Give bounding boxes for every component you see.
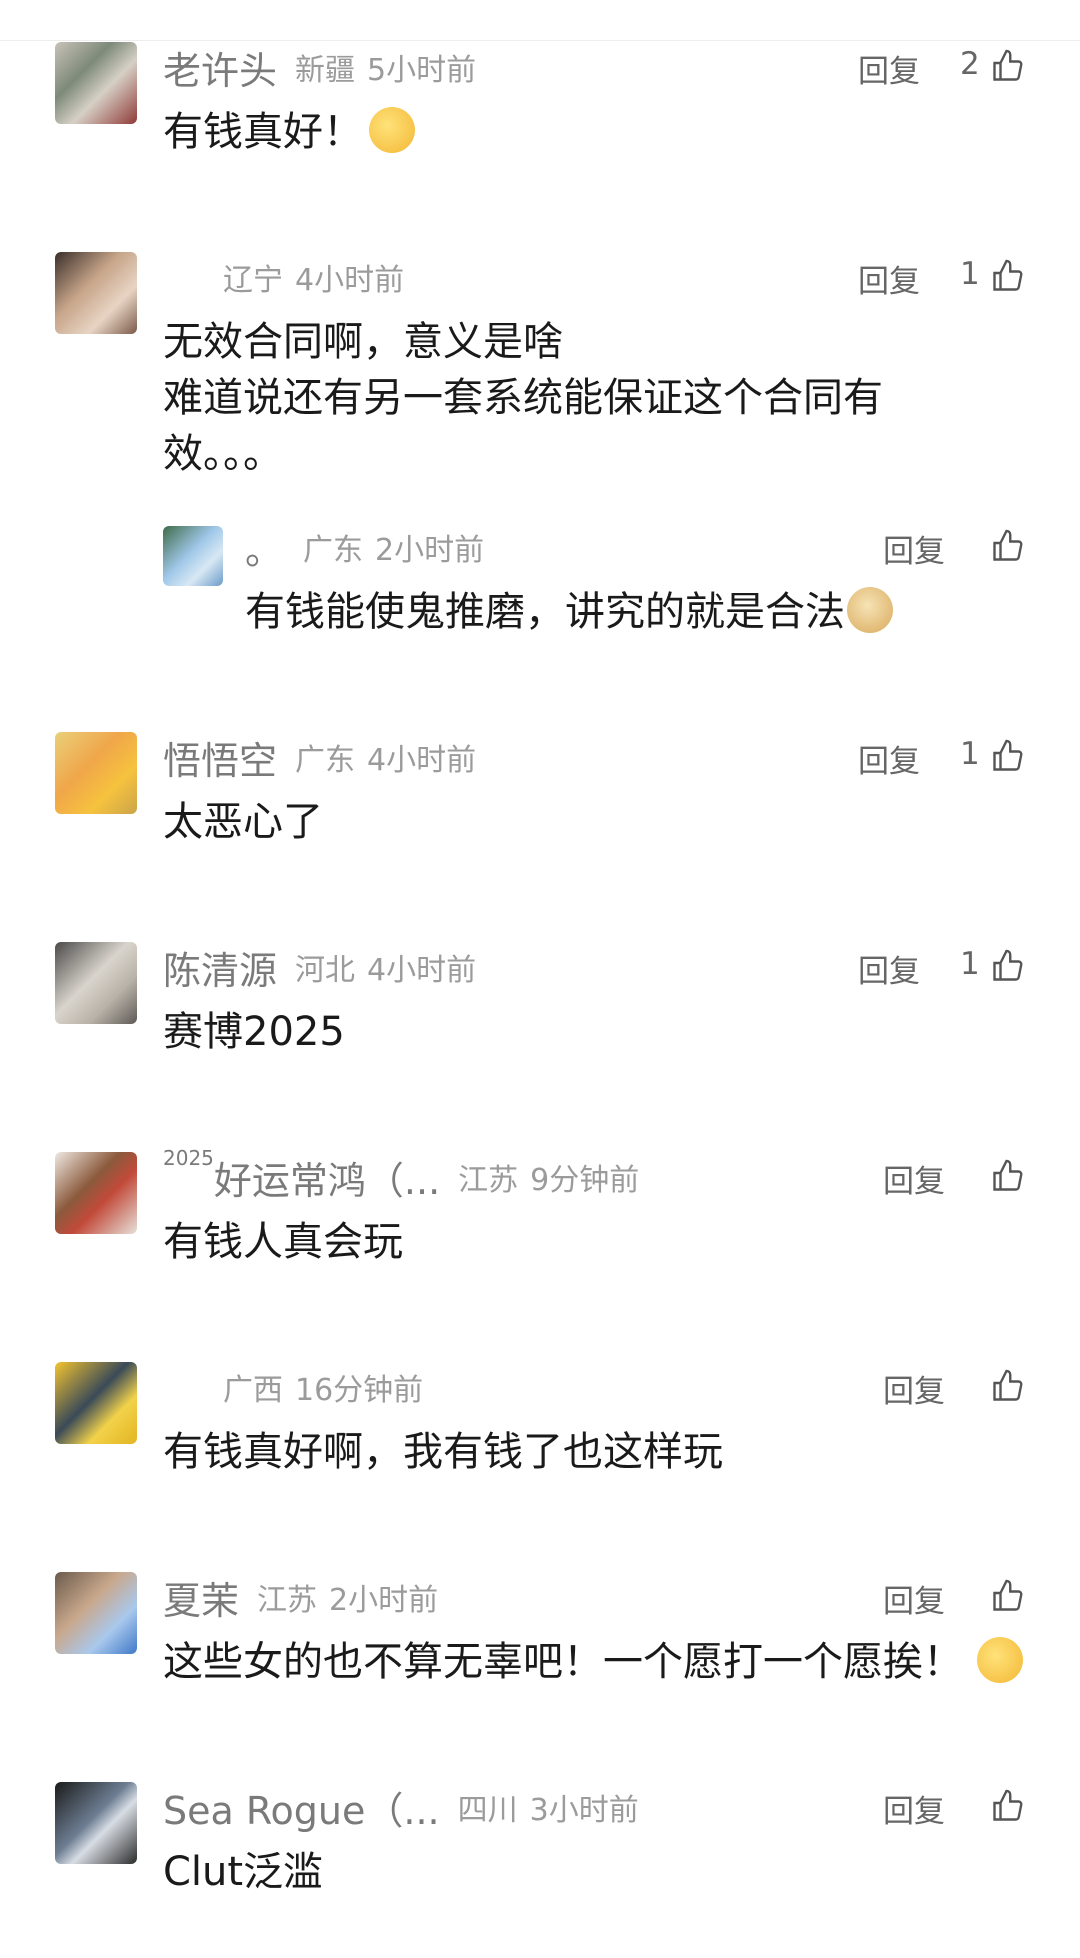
timestamp: 9分钟前 (530, 1163, 640, 1198)
reply-button[interactable]: 回复 (883, 1366, 945, 1411)
timestamp: 2小时前 (329, 1583, 439, 1618)
reply-button[interactable]: 回复 (883, 1156, 945, 1201)
username[interactable]: 老许头 (163, 40, 277, 95)
avatar[interactable] (55, 1572, 137, 1654)
thumbs-up-icon[interactable] (990, 256, 1026, 296)
timestamp: 5小时前 (367, 53, 477, 88)
username[interactable]: 夏茉 (163, 1570, 239, 1625)
reply-button[interactable]: 回复 (883, 526, 945, 571)
reply-button[interactable]: 回复 (858, 46, 920, 91)
like-count: 1 (960, 946, 980, 982)
comment-text: 赛博2025 (163, 1009, 345, 1055)
thumbs-up-icon[interactable] (990, 1366, 1026, 1406)
thumbs-up-icon[interactable] (990, 736, 1026, 776)
location: 新疆 (295, 53, 356, 88)
timestamp: 3小时前 (529, 1793, 639, 1828)
thumbs-up-icon[interactable] (990, 946, 1026, 986)
avatar[interactable] (55, 942, 137, 1024)
location: 辽宁 (223, 263, 283, 298)
username[interactable]: 悟悟空 (163, 730, 277, 785)
username[interactable]: 陈清源 (163, 940, 277, 995)
top-divider (0, 40, 1080, 41)
username[interactable]: 。 (245, 520, 285, 575)
thumbs-up-icon[interactable] (990, 1156, 1026, 1196)
reply-button[interactable]: 回复 (883, 1576, 945, 1621)
like-count: 1 (960, 736, 980, 772)
comment-text: 有钱能使鬼推磨，讲究的就是合法 (245, 584, 1005, 640)
comment-text: 无效合同啊，意义是啥 难道说还有另一套系统能保证这个合同有 效。。。 (163, 319, 883, 477)
avatar[interactable] (55, 252, 137, 334)
location: 江苏 (458, 1163, 519, 1198)
username[interactable]: 2025好运常鸿（... (163, 1146, 440, 1205)
location: 河北 (295, 953, 356, 988)
avatar[interactable] (55, 42, 137, 124)
reply-button[interactable]: 回复 (858, 256, 920, 301)
location: 江苏 (257, 1583, 318, 1618)
location: 广东 (303, 533, 363, 568)
avatar[interactable] (163, 526, 223, 586)
timestamp: 4小时前 (367, 743, 477, 778)
timestamp: 16分钟前 (295, 1373, 424, 1408)
avatar[interactable] (55, 732, 137, 814)
doge-face-icon (847, 587, 893, 633)
avatar[interactable] (55, 1362, 137, 1444)
reply-button[interactable]: 回复 (883, 1786, 945, 1831)
like-count: 1 (960, 256, 980, 292)
comment-text: 这些女的也不算无辜吧！一个愿打一个愿挨！ (163, 1634, 1023, 1690)
like-count: 2 (960, 46, 980, 82)
comment-text: 有钱真好！ (163, 104, 923, 160)
timestamp: 4小时前 (367, 953, 477, 988)
kissing-face-icon (977, 1637, 1023, 1683)
thumbs-up-icon[interactable] (990, 46, 1026, 86)
location: 四川 (457, 1793, 518, 1828)
comment-text: Clut泛滥 (163, 1849, 324, 1895)
thumbs-up-icon[interactable] (990, 1576, 1026, 1616)
comment-text: 有钱人真会玩 (163, 1219, 403, 1265)
timestamp: 4小时前 (295, 263, 405, 298)
thinking-face-icon (369, 107, 415, 153)
reply-button[interactable]: 回复 (858, 736, 920, 781)
location: 广西 (223, 1373, 283, 1408)
thumbs-up-icon[interactable] (990, 1786, 1026, 1826)
location: 广东 (295, 743, 356, 778)
avatar[interactable] (55, 1782, 137, 1864)
comment-text: 有钱真好啊，我有钱了也这样玩 (163, 1429, 723, 1475)
reply-button[interactable]: 回复 (858, 946, 920, 991)
username[interactable]: Sea Rogue（... (163, 1780, 440, 1835)
thumbs-up-icon[interactable] (990, 526, 1026, 566)
avatar[interactable] (55, 1152, 137, 1234)
timestamp: 2小时前 (375, 533, 485, 568)
comment-text: 太恶心了 (163, 799, 323, 845)
